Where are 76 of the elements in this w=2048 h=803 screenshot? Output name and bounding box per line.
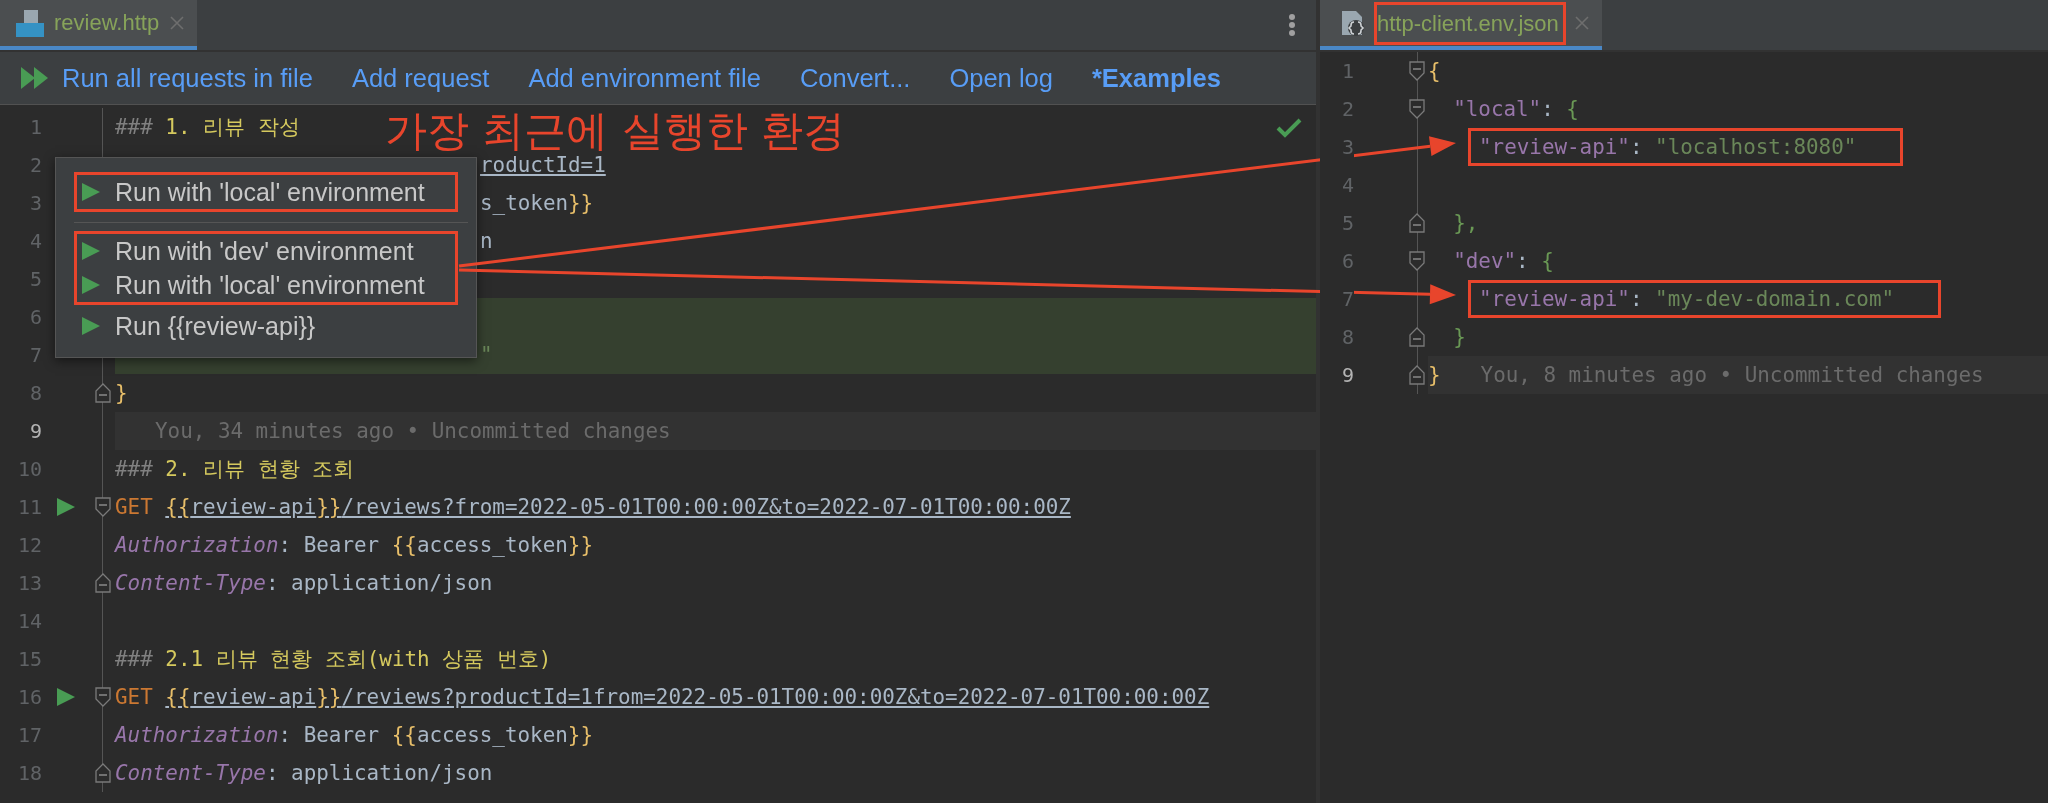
file-icon [16,9,44,37]
code-line: "dev": { [1452,249,1554,273]
menu-item[interactable]: Run with 'local' environment [77,175,455,209]
toolbar-link[interactable]: Run all requests in file [20,63,313,93]
line-number: 16 [16,684,42,711]
code-line: ### 2.1 리뷰 현황 조회(with 상품 번호) [115,646,552,673]
fold-marker-icon [1409,61,1425,81]
line-number: 10 [16,456,42,483]
code-line: Content-Type: application/json [115,761,493,785]
code-line: GET {{review-api}}/reviews?from=2022-05-01T00:00:00Z&to=2022-07-01T00:00:00Z [115,495,1071,519]
line-number: 12 [16,532,42,559]
menu-item[interactable]: Run with 'dev' environment [77,234,455,268]
blame-annotation: You, 34 minutes ago • Uncommitted changes [155,419,671,443]
code-line: roductId=1 [480,153,606,177]
run-icon [81,275,101,295]
line-number: 17 [16,722,42,749]
run-icon [81,316,101,336]
fold-marker-icon [1409,99,1425,119]
blame-annotation: You, 8 minutes ago • Uncommitted changes [1480,363,1984,387]
toolbar-link[interactable]: Convert... [799,63,911,93]
run-icon[interactable] [56,687,76,707]
line-number: 18 [16,760,42,787]
run-icon [81,241,101,261]
menu-item[interactable]: Run {{review-api}} [74,305,458,347]
code-line: Authorization: Bearer {{access_token}} [115,533,593,557]
code-line: { [1428,59,1441,83]
line-number: 14 [16,608,42,635]
menu-item[interactable]: Run with 'local' environment [77,268,455,302]
code-line: Content-Type: application/json [115,571,493,595]
code-line: ### 2. 리뷰 현황 조회 [115,456,355,483]
line-number: 1 [28,114,42,141]
run-icon[interactable] [56,497,76,517]
code-line: GET {{review-api}}/reviews?productId=1from=2022-05-01T00:00:00Z&to=2022-07-01T00:00:00Z [115,685,1210,709]
line-number: 15 [16,646,42,673]
code-line: "local": { [1452,97,1579,121]
json-file-icon [1340,9,1366,37]
annotation-text: 가장 최근에 실행한 환경 [385,105,846,156]
line-number: 7 [28,342,42,369]
fold-marker-icon [1409,365,1425,385]
fold-marker-icon [94,573,111,593]
code-line: }, [1452,211,1479,235]
check-icon [1276,118,1302,138]
line-number: 8 [28,380,42,407]
code-line: } [1452,325,1466,349]
more-menu-icon[interactable] [1288,13,1296,37]
toolbar-link[interactable]: Add request [351,63,490,93]
code-line: " [480,343,493,367]
fold-marker-icon [94,497,111,517]
fold-marker-icon [94,763,111,783]
close-icon [1573,15,1590,31]
line-number: 3 [28,190,42,217]
fold-marker-icon [1409,251,1425,271]
line-number: 5 [28,266,42,293]
code-line: Authorization: Bearer {{access_token}} [115,723,593,747]
editor-tab[interactable]: review.http [0,0,198,50]
code-line: s_token}} [480,191,594,215]
code-line: ### 1. 리뷰 작성 [115,114,300,141]
fold-marker-icon [1409,327,1425,347]
code-line: } [1428,363,1441,387]
fold-marker-icon [1409,213,1425,233]
editor-tab[interactable]: http-client.env.json [1320,0,1602,50]
toolbar-link[interactable]: *Examples [1091,63,1221,93]
line-number: 13 [16,570,42,597]
code-line: n [480,229,493,253]
line-number: 2 [28,152,42,179]
fold-marker-icon [94,687,111,707]
line-number: 6 [28,304,42,331]
line-number: 9 [28,418,42,445]
code-line: } [115,381,128,405]
line-number: 11 [16,494,42,521]
run-icon [81,182,101,202]
close-icon [169,15,186,31]
line-number: 4 [28,228,42,255]
toolbar-link[interactable]: Open log [949,63,1053,93]
toolbar-link[interactable]: Add environment file [528,63,761,93]
fold-marker-icon [94,383,111,403]
